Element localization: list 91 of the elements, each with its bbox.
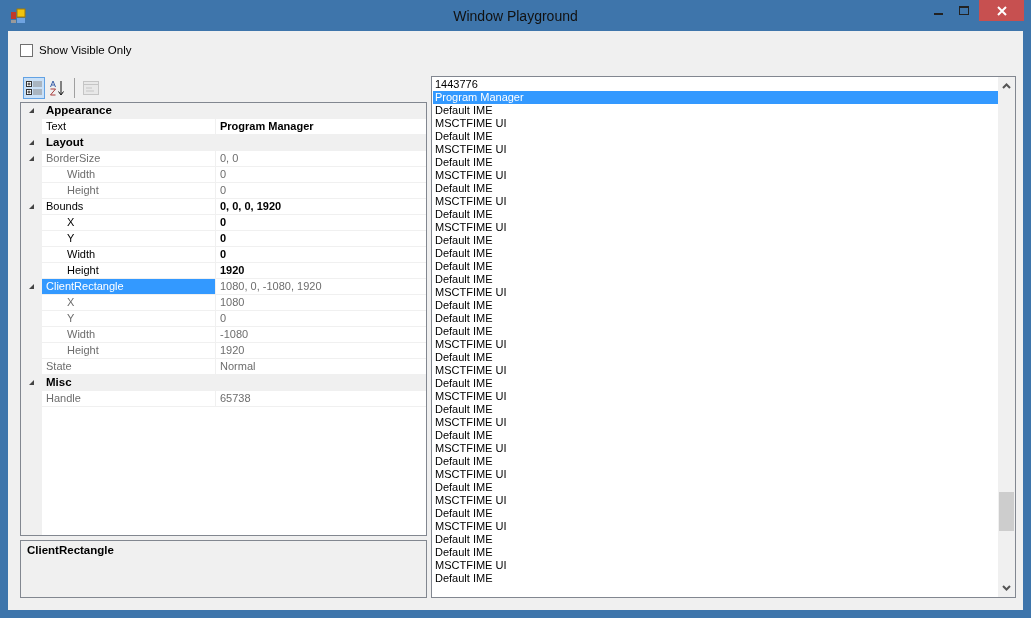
list-item[interactable]: Default IME	[433, 455, 998, 468]
list-item[interactable]: MSCTFIME UI	[433, 559, 998, 572]
list-item[interactable]: Default IME	[433, 546, 998, 559]
show-visible-only-checkbox[interactable]: Show Visible Only	[20, 43, 1016, 57]
list-item[interactable]: Default IME	[433, 403, 998, 416]
list-item[interactable]: Default IME	[433, 247, 998, 260]
list-item[interactable]: Default IME	[433, 208, 998, 221]
list-item[interactable]: MSCTFIME UI	[433, 195, 998, 208]
property-name[interactable]: State	[42, 359, 216, 374]
category-label: Misc	[45, 375, 72, 390]
list-item[interactable]: Default IME	[433, 182, 998, 195]
property-value[interactable]: 1080, 0, -1080, 1920	[216, 279, 322, 294]
property-value[interactable]: 1920	[216, 343, 245, 358]
list-item[interactable]: Default IME	[433, 299, 998, 312]
property-name[interactable]: Height	[42, 183, 216, 198]
list-item[interactable]: MSCTFIME UI	[433, 520, 998, 533]
list-item[interactable]: MSCTFIME UI	[433, 442, 998, 455]
property-name[interactable]: X	[42, 215, 216, 230]
collapse-icon[interactable]	[28, 155, 35, 162]
list-item[interactable]: MSCTFIME UI	[433, 494, 998, 507]
property-value[interactable]: Program Manager	[216, 119, 314, 134]
property-name[interactable]: Handle	[42, 391, 216, 406]
list-item[interactable]: MSCTFIME UI	[433, 416, 998, 429]
property-name[interactable]: Y	[42, 231, 216, 246]
property-name[interactable]: Width	[42, 247, 216, 262]
property-value[interactable]: Normal	[216, 359, 256, 374]
property-value[interactable]: 0	[216, 311, 227, 326]
list-item[interactable]: Default IME	[433, 351, 998, 364]
property-name[interactable]: Width	[42, 167, 216, 182]
property-value[interactable]: -1080	[216, 327, 249, 342]
list-item[interactable]: 1443776	[433, 78, 998, 91]
property-value[interactable]: 0	[216, 167, 227, 182]
list-item[interactable]: Default IME	[433, 377, 998, 390]
property-value[interactable]: 1080	[216, 295, 245, 310]
categorized-button[interactable]	[23, 76, 45, 99]
collapse-icon[interactable]	[28, 203, 35, 210]
list-item[interactable]: MSCTFIME UI	[433, 390, 998, 403]
scroll-down-icon[interactable]	[1002, 585, 1011, 591]
property-value[interactable]: 0	[216, 231, 227, 246]
property-name[interactable]: Y	[42, 311, 216, 326]
window-title: Window Playground	[453, 7, 578, 24]
property-value[interactable]: 0	[216, 247, 227, 262]
list-item[interactable]: MSCTFIME UI	[433, 143, 998, 156]
property-value[interactable]: 0, 0	[216, 151, 239, 166]
list-item[interactable]: Default IME	[433, 325, 998, 338]
list-item[interactable]: Default IME	[433, 481, 998, 494]
list-item[interactable]: Default IME	[433, 260, 998, 273]
property-name[interactable]: Height	[42, 343, 216, 358]
property-name[interactable]: Bounds	[42, 199, 216, 214]
property-name[interactable]: BorderSize	[42, 151, 216, 166]
list-item[interactable]: Default IME	[433, 429, 998, 442]
category-label: Appearance	[45, 103, 112, 118]
property-name[interactable]: Text	[42, 119, 216, 134]
list-item[interactable]: MSCTFIME UI	[433, 286, 998, 299]
property-value[interactable]: 65738	[216, 391, 251, 406]
list-item[interactable]: MSCTFIME UI	[433, 221, 998, 234]
list-item[interactable]: MSCTFIME UI	[433, 117, 998, 130]
list-item[interactable]: Default IME	[433, 104, 998, 117]
maximize-icon	[958, 5, 970, 16]
description-title: ClientRectangle	[27, 544, 114, 556]
minimize-icon	[933, 13, 943, 15]
collapse-icon[interactable]	[28, 379, 35, 386]
property-value[interactable]: 0	[216, 183, 227, 198]
property-name[interactable]: X	[42, 295, 216, 310]
list-item[interactable]: Default IME	[433, 273, 998, 286]
property-value[interactable]: 0	[216, 215, 227, 230]
list-item[interactable]: Default IME	[433, 312, 998, 325]
list-item[interactable]: MSCTFIME UI	[433, 169, 998, 182]
collapse-icon[interactable]	[28, 283, 35, 290]
close-icon	[996, 5, 1007, 16]
property-name[interactable]: Height	[42, 263, 216, 278]
close-button[interactable]	[979, 0, 1024, 21]
list-item[interactable]: Default IME	[433, 533, 998, 546]
collapse-icon[interactable]	[28, 107, 35, 114]
list-item[interactable]: Default IME	[433, 572, 998, 585]
list-item[interactable]: MSCTFIME UI	[433, 364, 998, 377]
scrollbar-thumb[interactable]	[999, 491, 1014, 531]
list-item[interactable]: Default IME	[433, 507, 998, 520]
list-item[interactable]: Default IME	[433, 156, 998, 169]
list-item[interactable]: Default IME	[433, 234, 998, 247]
list-item[interactable]: MSCTFIME UI	[433, 468, 998, 481]
scroll-up-icon[interactable]	[1002, 83, 1011, 89]
list-item[interactable]: Default IME	[433, 130, 998, 143]
app-icon	[10, 7, 26, 24]
list-item[interactable]: MSCTFIME UI	[433, 338, 998, 351]
property-value[interactable]: 1920	[216, 263, 245, 278]
property-name[interactable]: Width	[42, 327, 216, 342]
collapse-icon[interactable]	[28, 139, 35, 146]
scrollbar[interactable]	[998, 77, 1015, 597]
property-value[interactable]: 0, 0, 0, 1920	[216, 199, 282, 214]
category-label: Layout	[45, 135, 84, 150]
